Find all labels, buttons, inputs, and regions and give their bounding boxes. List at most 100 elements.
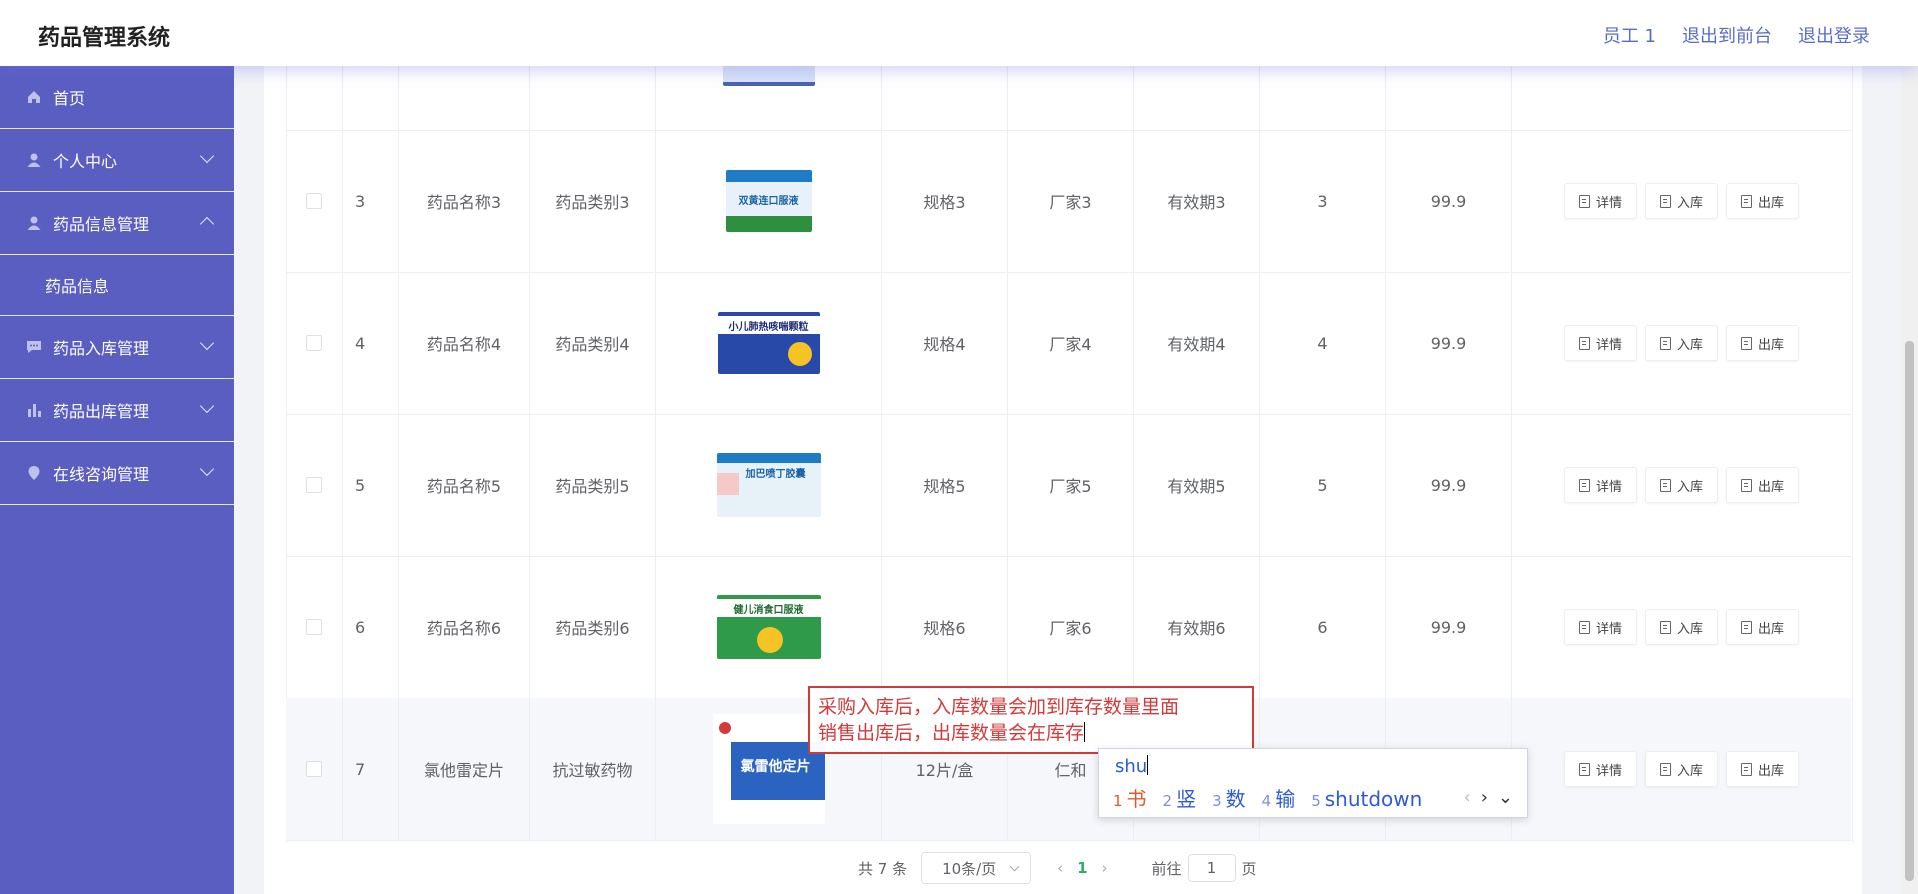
drug-category: 药品类别3 xyxy=(530,130,656,272)
annotation-line-2: 销售出库后，出库数量会在库存 xyxy=(818,722,1086,744)
drug-spec: 规格5 xyxy=(882,414,1008,556)
ime-expand-icon[interactable]: ⌄ xyxy=(1498,787,1513,808)
drug-image: 健儿消食口服液 xyxy=(716,595,821,659)
drug-quantity: 3 xyxy=(1260,130,1386,272)
chevron-down-icon xyxy=(199,335,215,351)
row-index: 5 xyxy=(343,414,399,556)
sidebar-item-home[interactable]: 首页 xyxy=(0,66,234,129)
sidebar-item-stock-in-management[interactable]: 药品入库管理 xyxy=(0,316,234,379)
home-icon xyxy=(28,91,40,103)
user-name-link[interactable]: 员工 1 xyxy=(1603,22,1656,48)
drug-category: 抗过敏药物 xyxy=(530,698,656,840)
sidebar-item-personal-center[interactable]: 个人中心 xyxy=(0,129,234,192)
ime-candidate[interactable]: 2竖 xyxy=(1163,783,1197,812)
document-icon xyxy=(1578,336,1590,350)
ime-candidate[interactable]: 3数 xyxy=(1212,783,1246,812)
ime-next-icon[interactable]: › xyxy=(1481,787,1488,808)
stock-out-button[interactable]: 出库 xyxy=(1726,467,1800,503)
row-checkbox[interactable] xyxy=(306,193,322,209)
drug-category: 药品类别5 xyxy=(530,414,656,556)
chevron-down-icon xyxy=(199,461,215,477)
drug-name: 药品名称3 xyxy=(399,130,530,272)
page-scrollbar[interactable] xyxy=(1901,66,1918,894)
detail-button[interactable]: 详情 xyxy=(1563,325,1637,361)
ime-candidate[interactable]: 1书 xyxy=(1113,783,1147,812)
bar-chart-icon xyxy=(28,404,41,417)
table-row: 5 药品名称5 药品类别5 加巴喷丁胶囊 规格5 厂家5 有效期5 5 99.9… xyxy=(286,414,1851,557)
document-icon xyxy=(1741,194,1752,208)
row-index: 3 xyxy=(343,130,399,272)
row-checkbox[interactable] xyxy=(306,761,322,777)
drug-name: 药品名称5 xyxy=(399,414,530,556)
sidebar: 首页 个人中心 药品信息管理 药品信息 药品入库管理 药品出库管理 在线咨询管理 xyxy=(0,66,234,894)
stock-out-button[interactable]: 出库 xyxy=(1726,325,1800,361)
stock-in-button[interactable]: 入库 xyxy=(1644,751,1718,787)
back-to-frontend-link[interactable]: 退出到前台 xyxy=(1682,22,1772,48)
stock-in-button[interactable]: 入库 xyxy=(1644,609,1718,645)
detail-button[interactable]: 详情 xyxy=(1563,609,1637,645)
row-checkbox[interactable] xyxy=(306,477,322,493)
ime-candidates: 1书 2竖 3数 4输 5 shutdown xyxy=(1113,783,1422,812)
user-icon xyxy=(27,216,41,230)
ime-prev-icon[interactable]: ‹ xyxy=(1464,787,1471,808)
total-count: 共 7 条 xyxy=(858,859,908,878)
document-icon xyxy=(1741,478,1752,492)
table-row: 3 药品名称3 药品类别3 双黄连口服液 规格3 厂家3 有效期3 3 99.9… xyxy=(286,130,1851,273)
ime-candidate[interactable]: 4输 xyxy=(1262,783,1296,812)
text-cursor xyxy=(1084,722,1086,742)
drug-category: 药品类别6 xyxy=(530,556,656,698)
stock-out-button[interactable]: 出库 xyxy=(1726,751,1800,787)
ime-controls: ‹ › ⌄ xyxy=(1464,787,1514,808)
sidebar-item-label: 在线咨询管理 xyxy=(53,465,150,484)
pagination: 共 7 条 10条/页 ‹ 1 › 前往 1 页 xyxy=(858,852,1257,884)
stock-out-button[interactable]: 出库 xyxy=(1726,609,1800,645)
user-icon xyxy=(27,153,41,167)
drug-spec: 规格3 xyxy=(882,130,1008,272)
annotation-textbox[interactable]: 采购入库后，入库数量会加到库存数量里面 销售出库后，出库数量会在库存 xyxy=(808,686,1254,754)
logout-link[interactable]: 退出登录 xyxy=(1798,22,1870,48)
scrollbar-thumb[interactable] xyxy=(1905,341,1914,881)
chevron-up-icon xyxy=(199,216,215,232)
detail-button[interactable]: 详情 xyxy=(1563,467,1637,503)
stock-out-button[interactable]: 出库 xyxy=(1726,183,1800,219)
table-row: 6 药品名称6 药品类别6 健儿消食口服液 规格6 厂家6 有效期6 6 99.… xyxy=(286,556,1851,699)
stock-in-button[interactable]: 入库 xyxy=(1644,467,1718,503)
goto-page-input[interactable]: 1 xyxy=(1187,854,1236,882)
document-icon xyxy=(1659,194,1671,208)
document-icon xyxy=(1578,620,1590,634)
detail-button[interactable]: 详情 xyxy=(1563,751,1637,787)
table-row: 4 药品名称4 药品类别4 小儿肺热咳喘颗粒 规格4 厂家4 有效期4 4 99… xyxy=(286,272,1851,415)
drug-expiry: 有效期6 xyxy=(1134,556,1260,698)
stock-in-button[interactable]: 入库 xyxy=(1644,325,1718,361)
sidebar-item-drug-info-management[interactable]: 药品信息管理 xyxy=(0,192,234,255)
header-links: 员工 1 退出到前台 退出登录 xyxy=(1603,22,1870,48)
sidebar-item-label: 药品入库管理 xyxy=(53,339,150,358)
sidebar-item-online-consultation[interactable]: 在线咨询管理 xyxy=(0,442,234,505)
chevron-down-icon xyxy=(199,398,215,414)
prev-page-button[interactable]: ‹ xyxy=(1057,859,1063,877)
row-checkbox[interactable] xyxy=(306,619,322,635)
sidebar-item-stock-out-management[interactable]: 药品出库管理 xyxy=(0,379,234,442)
drug-category: 药品类别4 xyxy=(530,272,656,414)
next-page-button[interactable]: › xyxy=(1102,859,1108,877)
document-icon xyxy=(1741,336,1752,350)
ime-candidate[interactable]: 5 shutdown xyxy=(1311,787,1422,811)
stock-in-button[interactable]: 入库 xyxy=(1644,183,1718,219)
sidebar-item-label: 药品信息管理 xyxy=(53,215,150,234)
page-size-select[interactable]: 10条/页 xyxy=(921,852,1032,884)
drug-maker: 厂家6 xyxy=(1008,556,1134,698)
document-icon xyxy=(1659,620,1671,634)
document-icon xyxy=(1741,762,1752,776)
sidebar-item-label: 首页 xyxy=(53,89,86,108)
page-number-1[interactable]: 1 xyxy=(1077,859,1087,877)
sidebar-subitem-drug-info[interactable]: 药品信息 xyxy=(0,255,234,316)
row-index: 4 xyxy=(343,272,399,414)
drug-price: 99.9 xyxy=(1386,414,1512,556)
drug-name: 药品名称6 xyxy=(399,556,530,698)
ime-composition: shu xyxy=(1115,755,1149,777)
document-icon xyxy=(1659,478,1671,492)
drug-expiry: 有效期5 xyxy=(1134,414,1260,556)
document-icon xyxy=(1659,762,1671,776)
row-checkbox[interactable] xyxy=(306,335,322,351)
detail-button[interactable]: 详情 xyxy=(1563,183,1637,219)
